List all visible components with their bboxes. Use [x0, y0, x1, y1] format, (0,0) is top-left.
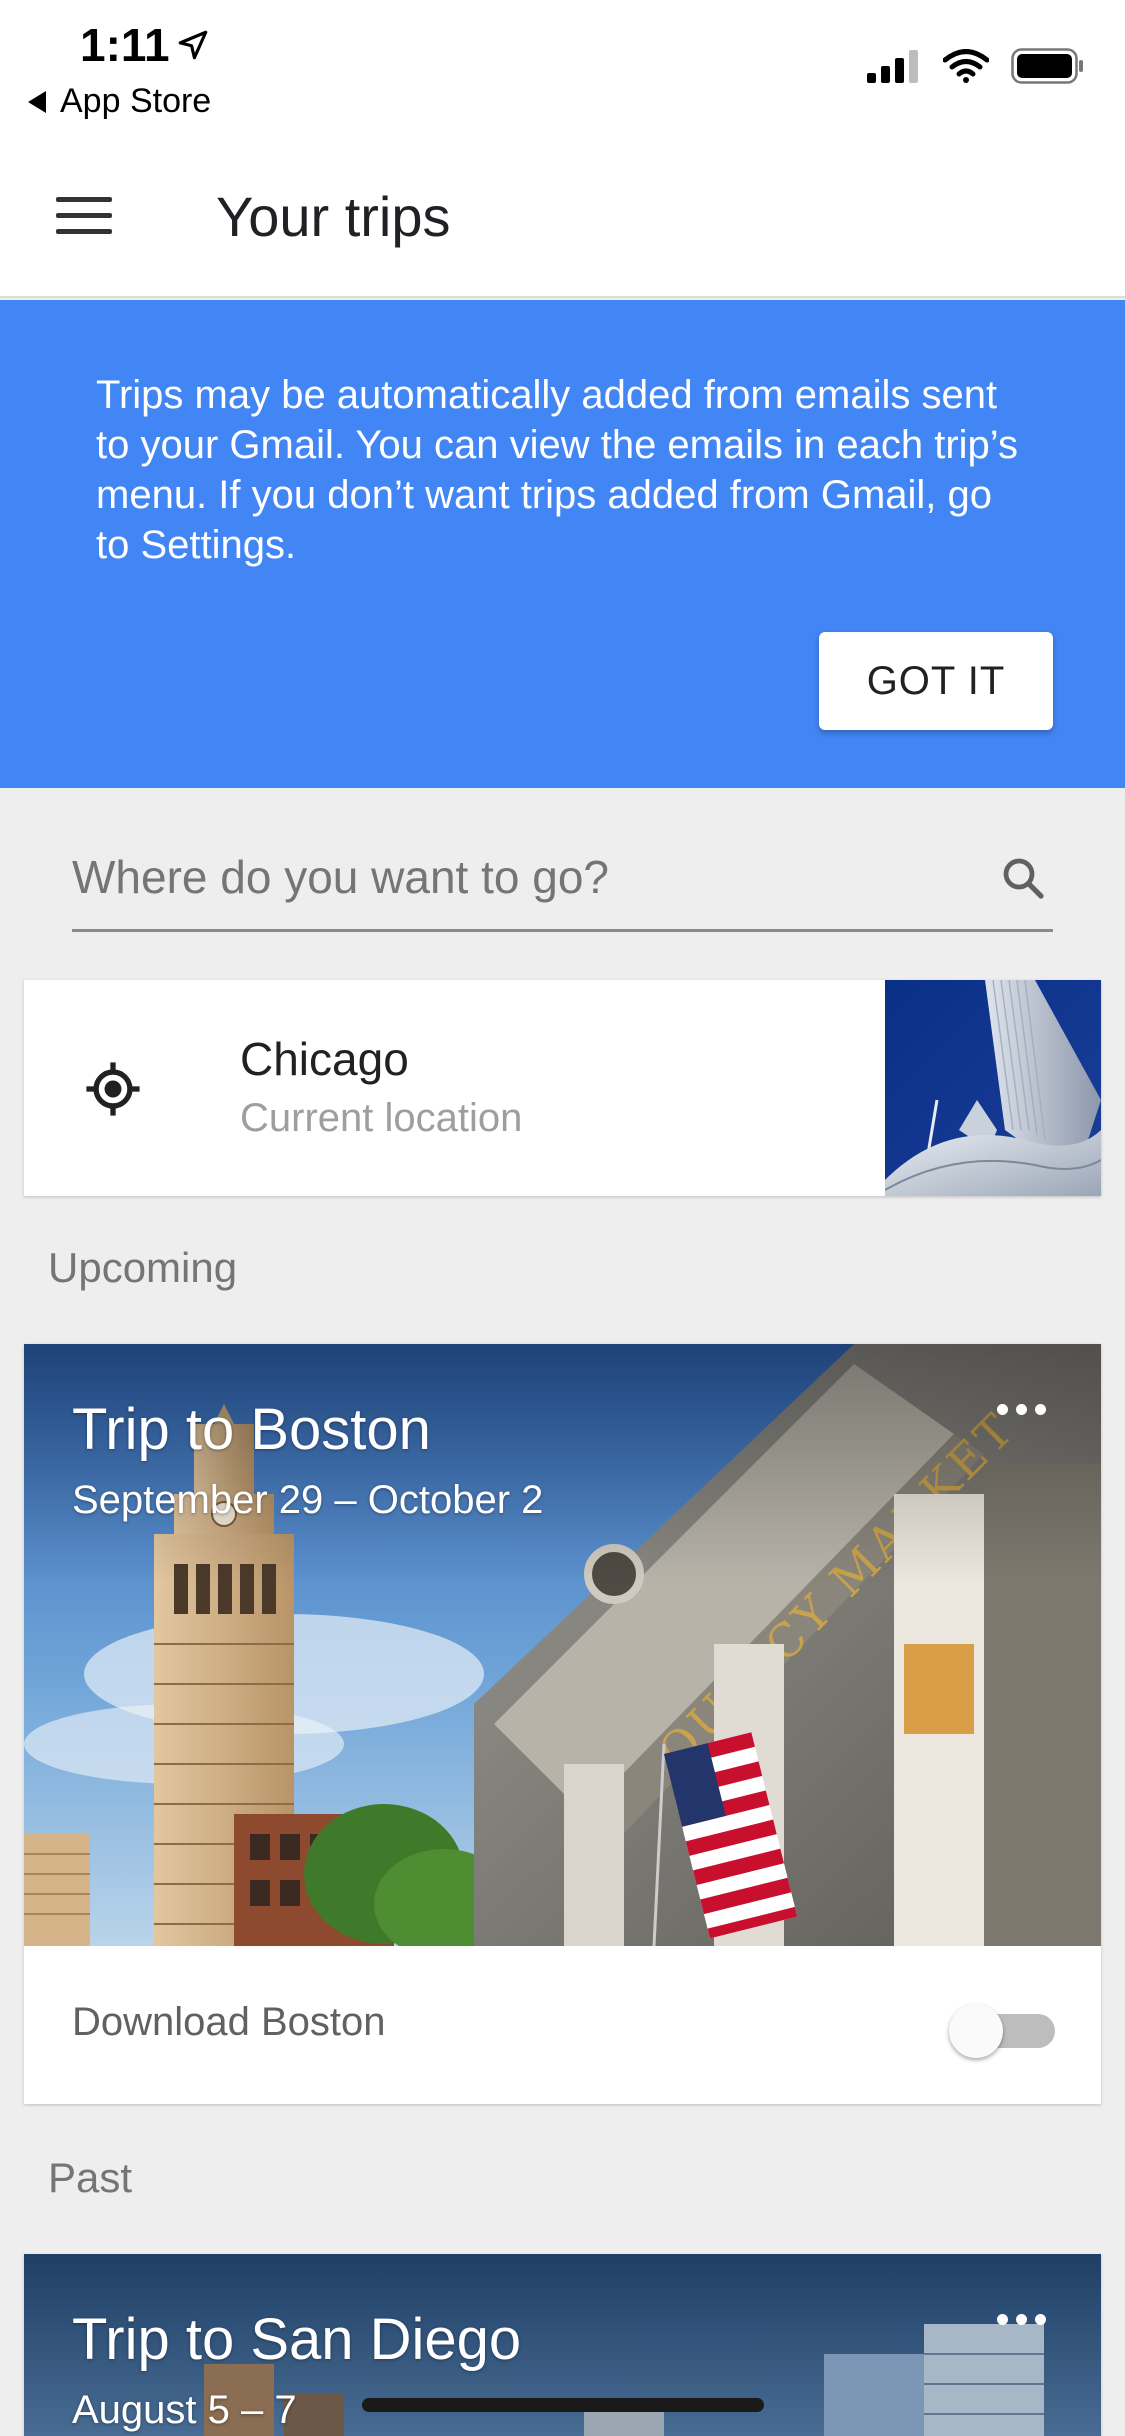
my-location-icon: [86, 1062, 140, 1116]
trip-dates: September 29 – October 2: [72, 1478, 544, 1522]
menu-icon[interactable]: [40, 180, 130, 250]
location-subtitle: Current location: [240, 1096, 523, 1140]
search-icon[interactable]: [999, 854, 1047, 902]
wifi-icon: [943, 49, 989, 83]
boston-photo: QUINCY MARKET Trip to Boston S: [24, 1344, 1101, 1946]
battery-icon: [1011, 48, 1083, 84]
page-title: Your trips: [216, 185, 451, 248]
current-location-card[interactable]: Chicago Current location: [24, 980, 1101, 1196]
section-upcoming: Upcoming: [48, 1244, 238, 1291]
destination-search-field[interactable]: Where do you want to go?: [72, 836, 1053, 932]
search-placeholder: Where do you want to go?: [72, 851, 609, 903]
home-indicator: [362, 2398, 764, 2412]
past-trip-title: Trip to San Diego: [72, 2307, 522, 2372]
cellular-signal-icon: [867, 50, 918, 83]
gmail-trips-banner: Trips may be automatically added from em…: [0, 300, 1125, 788]
status-time: 1:11: [80, 18, 210, 72]
trip-card-boston[interactable]: QUINCY MARKET Trip to Boston S: [24, 1344, 1101, 2104]
back-arrow-icon: [28, 90, 46, 113]
back-to-app-store[interactable]: App Store: [28, 82, 211, 121]
section-past: Past: [48, 2154, 133, 2201]
more-options-icon[interactable]: [981, 1384, 1061, 1434]
back-app-label: App Store: [60, 82, 212, 120]
status-bar: 1:11 App Store: [0, 0, 1125, 130]
past-trip-dates: August 5 – 7: [72, 2388, 297, 2432]
download-toggle[interactable]: [949, 2004, 1061, 2058]
download-label: Download Boston: [72, 2000, 386, 2044]
location-arrow-icon: [178, 30, 207, 60]
location-city: Chicago: [240, 1033, 409, 1085]
chicago-photo: [885, 980, 1101, 1196]
past-more-options-icon[interactable]: [981, 2294, 1061, 2344]
got-it-button[interactable]: GOT IT: [819, 632, 1053, 730]
download-row: Download Boston: [24, 1946, 1101, 2104]
status-icons: [867, 48, 1085, 84]
banner-message: Trips may be automatically added from em…: [96, 373, 1018, 567]
status-time-text: 1:11: [80, 19, 170, 71]
app-bar: Your trips: [0, 130, 1125, 298]
trip-title: Trip to Boston: [72, 1397, 431, 1462]
